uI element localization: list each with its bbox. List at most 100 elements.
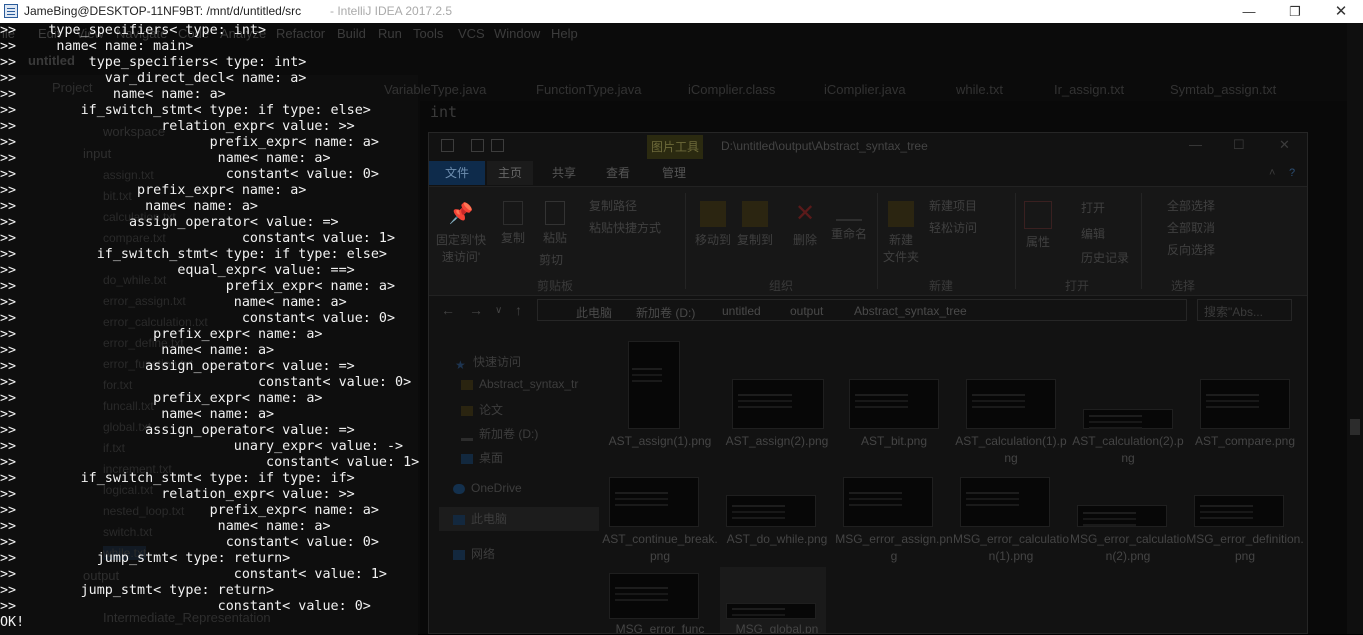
file-item[interactable]: MSG_error_assign.png bbox=[835, 475, 953, 570]
copy-path-button[interactable]: 复制路径 bbox=[589, 197, 637, 214]
file-item[interactable]: AST_calculation(1).png bbox=[952, 339, 1070, 479]
window-titlebar: JameBing@DESKTOP-11NF9BT: /mnt/d/untitle… bbox=[0, 0, 1363, 23]
properties-icon[interactable] bbox=[471, 139, 484, 152]
minimize-button[interactable]: — bbox=[1226, 0, 1272, 23]
open-button[interactable]: 打开 bbox=[1081, 199, 1105, 216]
move-to-button[interactable]: 移动到 bbox=[693, 201, 733, 248]
ribbon-collapse-icon[interactable]: ˄ bbox=[1269, 167, 1275, 179]
pin-quick-access-button[interactable]: 📌 固定到'快 速访问' bbox=[435, 201, 487, 265]
copy-icon bbox=[503, 201, 523, 225]
nav-network[interactable]: 网络 bbox=[453, 545, 495, 562]
editor-tab[interactable]: iComplier.java bbox=[824, 79, 906, 101]
file-item[interactable]: MSG_error_func bbox=[601, 571, 719, 633]
breadcrumb-output[interactable]: output bbox=[790, 304, 823, 318]
editor-tab[interactable]: iComplier.class bbox=[688, 79, 775, 101]
invert-selection-button[interactable]: 反向选择 bbox=[1167, 241, 1215, 258]
file-thumbnail bbox=[1083, 409, 1173, 429]
easy-access-button[interactable]: 轻松访问 bbox=[929, 219, 977, 236]
file-item[interactable]: AST_compare.png bbox=[1186, 339, 1304, 479]
copy-label: 复制 bbox=[500, 231, 525, 245]
rename-button[interactable]: 重命名 bbox=[827, 201, 871, 242]
nav-onedrive[interactable]: OneDrive bbox=[453, 481, 522, 495]
nav-label: 此电脑 bbox=[471, 512, 508, 526]
tab-home[interactable]: 主页 bbox=[487, 161, 533, 185]
file-item[interactable]: AST_assign(1).png bbox=[601, 339, 719, 479]
ide-menu-window[interactable]: Window bbox=[494, 26, 540, 41]
file-item[interactable]: AST_bit.png bbox=[835, 339, 953, 479]
ide-menu-vcs[interactable]: VCS bbox=[458, 26, 485, 41]
new-item-button[interactable]: 新建项目 bbox=[929, 197, 977, 214]
network-icon bbox=[453, 549, 465, 560]
terminal-line: >> type_specifiers< type: int> bbox=[0, 23, 267, 38]
file-name: MSG_error_calculation(1).png bbox=[952, 532, 1070, 563]
file-item[interactable]: AST_calculation(2).png bbox=[1069, 339, 1187, 479]
terminal-line: >> name< name: a> bbox=[0, 519, 331, 534]
explorer-minimize-button[interactable]: — bbox=[1189, 137, 1202, 152]
search-input[interactable]: 搜索"Abs... bbox=[1197, 299, 1292, 321]
recent-chevron-icon[interactable]: ∨ bbox=[495, 305, 502, 316]
up-arrow-icon[interactable]: ↑ bbox=[515, 302, 522, 318]
new-folder-button[interactable]: 新建 文件夹 bbox=[881, 201, 921, 265]
terminal-line: >> prefix_expr< name: a> bbox=[0, 503, 379, 518]
forward-arrow-icon[interactable]: → bbox=[469, 302, 483, 318]
file-name: AST_do_while.png bbox=[726, 532, 828, 546]
nav-this-pc[interactable]: 此电脑 bbox=[439, 507, 599, 531]
explorer-maximize-button[interactable]: ☐ bbox=[1233, 137, 1245, 153]
explorer-file-grid: AST_assign(1).png AST_assign(2).png AST_… bbox=[601, 329, 1304, 633]
editor-tab[interactable]: Ir_assign.txt bbox=[1054, 79, 1124, 101]
file-item[interactable]: AST_assign(2).png bbox=[718, 339, 836, 479]
file-item-selected[interactable]: MSG_global.pn bbox=[718, 571, 836, 633]
paste-button[interactable]: 粘贴 bbox=[537, 201, 573, 246]
terminal-line: >> prefix_expr< name: a> bbox=[0, 183, 307, 198]
group-clipboard: 剪贴板 bbox=[537, 279, 574, 293]
file-item[interactable]: MSG_error_calculation(2).png bbox=[1069, 475, 1187, 570]
delete-button[interactable]: ✕ 删除 bbox=[787, 201, 823, 248]
terminal-output[interactable]: >> type_specifiers< type: int> >> name< n… bbox=[0, 23, 430, 634]
file-item[interactable]: AST_continue_break.png bbox=[601, 475, 719, 570]
cut-button[interactable]: 剪切 bbox=[539, 251, 563, 268]
nav-desktop[interactable]: 桌面 bbox=[461, 449, 503, 466]
edit-button[interactable]: 编辑 bbox=[1081, 225, 1105, 242]
breadcrumb-this-pc[interactable]: 此电脑 bbox=[576, 304, 612, 321]
copy-to-button[interactable]: 复制到 bbox=[735, 201, 775, 248]
file-item[interactable]: MSG_error_calculation(1).png bbox=[952, 475, 1070, 570]
back-arrow-icon[interactable]: ← bbox=[441, 302, 455, 318]
editor-tab-active[interactable]: while.txt bbox=[956, 79, 1003, 101]
editor-tab[interactable]: Symtab_assign.txt bbox=[1170, 79, 1276, 101]
nav-paper[interactable]: 论文 bbox=[461, 401, 503, 418]
file-item[interactable]: MSG_error_definition.png bbox=[1186, 475, 1304, 570]
properties-button[interactable]: 属性 bbox=[1021, 201, 1055, 250]
file-thumbnail bbox=[609, 477, 699, 527]
file-thumbnail bbox=[726, 495, 816, 527]
tab-share[interactable]: 共享 bbox=[541, 161, 587, 185]
select-none-button[interactable]: 全部取消 bbox=[1167, 219, 1215, 236]
address-bar[interactable]: 此电脑 新加卷 (D:) untitled output Abstract_sy… bbox=[537, 299, 1187, 321]
explorer-close-button[interactable]: ✕ bbox=[1279, 137, 1290, 153]
tab-view[interactable]: 查看 bbox=[595, 161, 641, 185]
breadcrumb-untitled[interactable]: untitled bbox=[722, 304, 761, 318]
ide-menu-help[interactable]: Help bbox=[551, 26, 578, 41]
select-all-button[interactable]: 全部选择 bbox=[1167, 197, 1215, 214]
file-item[interactable]: AST_do_while.png bbox=[718, 475, 836, 570]
explorer-address-row: ← → ∨ ↑ 此电脑 新加卷 (D:) untitled output Abs… bbox=[429, 296, 1307, 326]
nav-label: 快速访问 bbox=[473, 355, 522, 369]
nav-drive[interactable]: 新加卷 (D:) bbox=[461, 425, 538, 442]
help-icon[interactable]: ? bbox=[1289, 167, 1295, 179]
breadcrumb-ast-folder[interactable]: Abstract_syntax_tree bbox=[854, 304, 967, 318]
tab-manage[interactable]: 管理 bbox=[651, 161, 697, 185]
nav-quick-access[interactable]: ★ 快速访问 bbox=[455, 353, 522, 372]
restore-button[interactable]: ❐ bbox=[1272, 0, 1318, 23]
ide-scrollbar-thumb[interactable] bbox=[1350, 419, 1360, 435]
paste-shortcut-button[interactable]: 粘贴快捷方式 bbox=[589, 219, 661, 236]
editor-tab[interactable]: FunctionType.java bbox=[536, 79, 642, 101]
breadcrumb-drive[interactable]: 新加卷 (D:) bbox=[636, 304, 695, 321]
nav-ast-folder[interactable]: Abstract_syntax_tr bbox=[461, 377, 578, 391]
history-button[interactable]: 历史记录 bbox=[1081, 249, 1129, 266]
terminal-line: >> constant< value: 0> bbox=[0, 311, 396, 326]
close-button[interactable]: ✕ bbox=[1318, 0, 1363, 23]
copy-button[interactable]: 复制 bbox=[495, 201, 531, 246]
terminal-line: >> jump_stmt< type: return> bbox=[0, 551, 291, 566]
tab-file[interactable]: 文件 bbox=[429, 161, 485, 185]
terminal-line: >> constant< value: 1> bbox=[0, 231, 396, 246]
new-folder-icon[interactable] bbox=[491, 139, 504, 152]
